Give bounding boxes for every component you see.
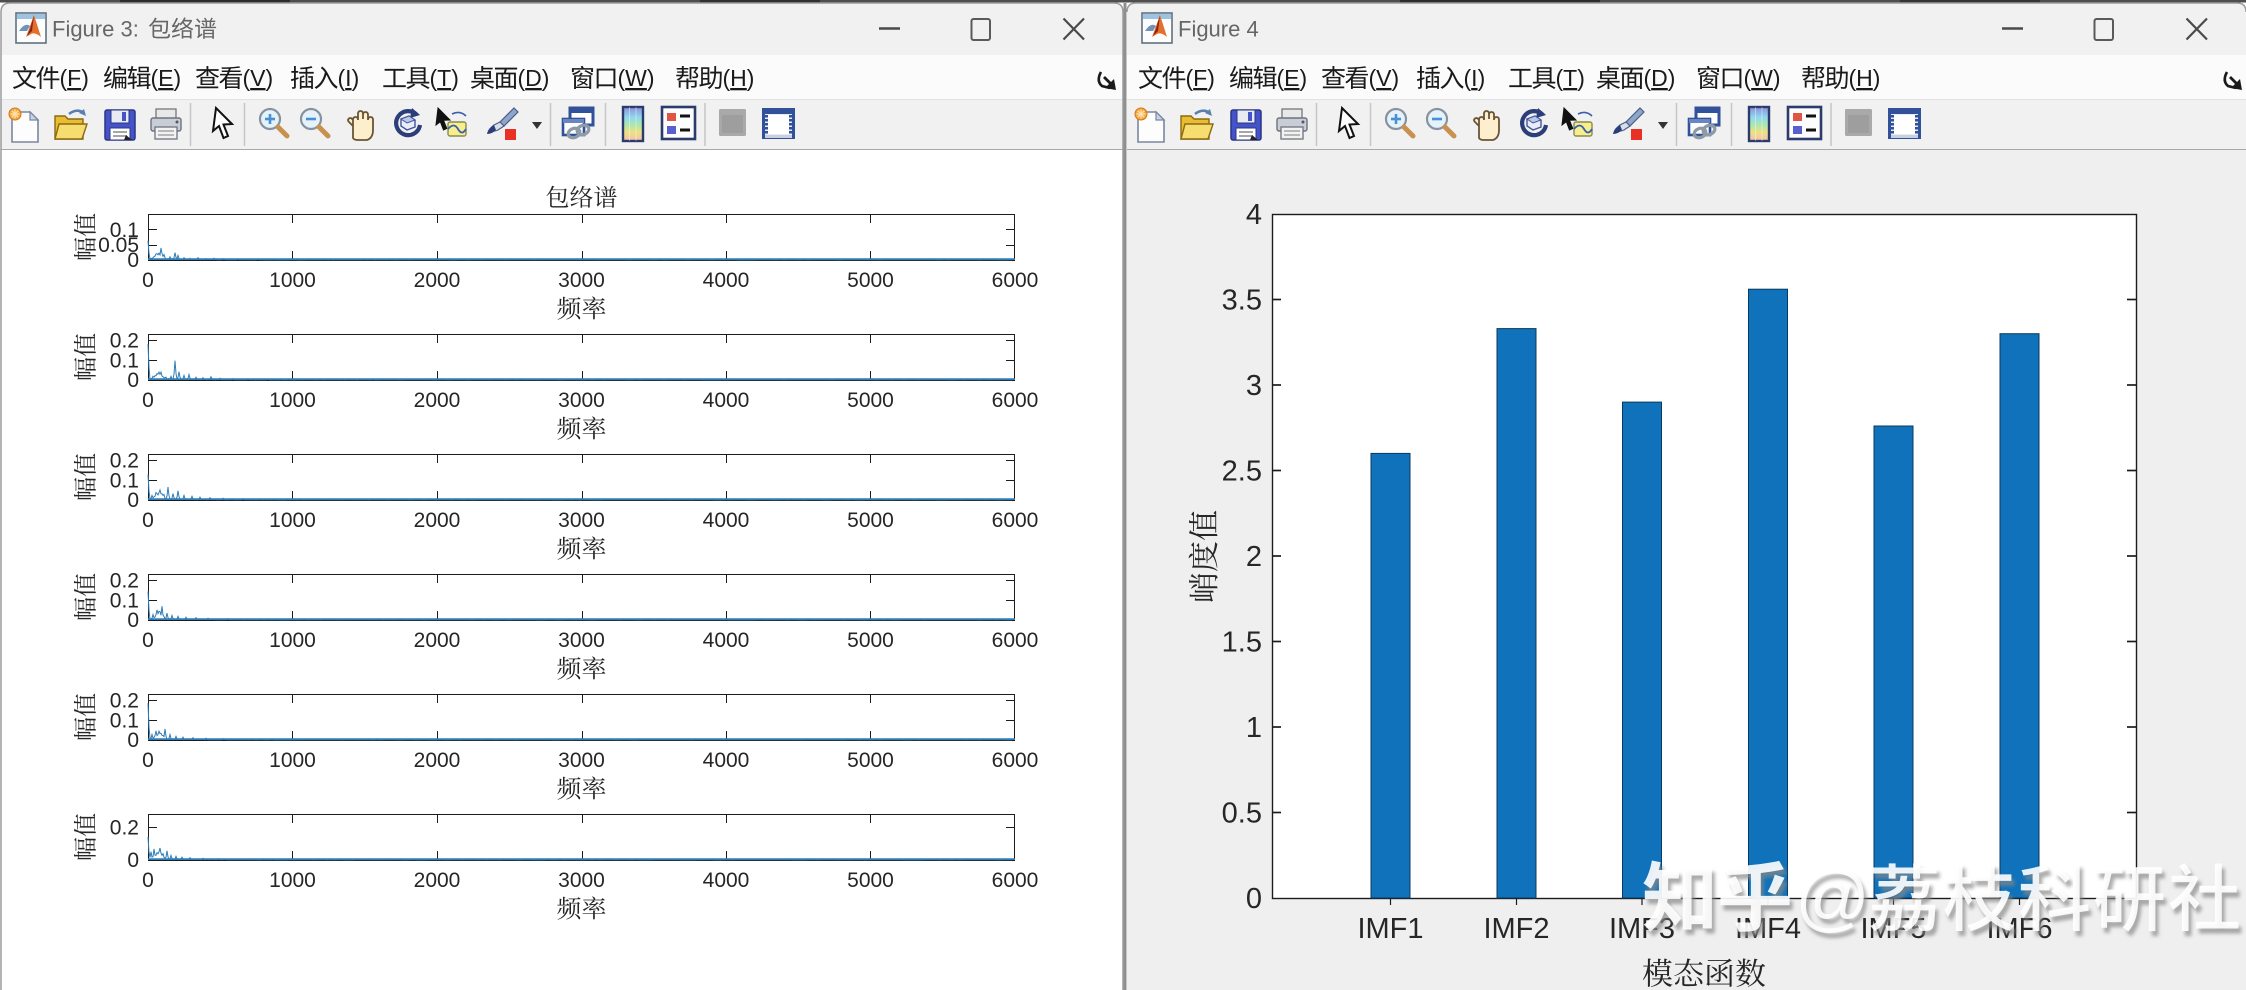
- svg-text:0.2: 0.2: [110, 330, 139, 353]
- svg-text:(T): (T): [1556, 65, 1585, 91]
- svg-text:5000: 5000: [847, 629, 894, 652]
- svg-text:(F): (F): [60, 65, 89, 91]
- svg-text:(H): (H): [723, 65, 755, 91]
- svg-text:(D): (D): [518, 65, 550, 91]
- svg-text:0: 0: [1246, 883, 1262, 915]
- svg-text:1000: 1000: [269, 509, 316, 532]
- svg-text:0: 0: [142, 269, 154, 292]
- svg-text:(E): (E): [151, 65, 182, 91]
- svg-text:1000: 1000: [269, 389, 316, 412]
- svg-text:6000: 6000: [992, 509, 1039, 532]
- svg-text:5000: 5000: [847, 749, 894, 772]
- svg-text:3: 3: [1246, 370, 1262, 402]
- svg-text:0: 0: [142, 869, 154, 892]
- svg-text:6000: 6000: [992, 749, 1039, 772]
- svg-text:0: 0: [127, 489, 139, 512]
- svg-text:(T): (T): [430, 65, 459, 91]
- svg-text:2000: 2000: [414, 629, 461, 652]
- svg-text:1000: 1000: [269, 749, 316, 772]
- svg-text:IMF1: IMF1: [1357, 913, 1423, 945]
- svg-text:(I): (I): [338, 65, 360, 91]
- svg-text:0.2: 0.2: [110, 450, 139, 473]
- svg-text:0.5: 0.5: [1222, 798, 1262, 830]
- svg-text:1.5: 1.5: [1222, 627, 1262, 659]
- svg-text:5000: 5000: [847, 389, 894, 412]
- svg-text:1000: 1000: [269, 629, 316, 652]
- svg-text:4000: 4000: [703, 869, 750, 892]
- svg-text:0.1: 0.1: [110, 219, 139, 242]
- svg-text:3000: 3000: [558, 629, 605, 652]
- svg-text:4000: 4000: [703, 509, 750, 532]
- svg-text:(I): (I): [1464, 65, 1486, 91]
- svg-text:3000: 3000: [558, 869, 605, 892]
- svg-text:3000: 3000: [558, 509, 605, 532]
- svg-text:0: 0: [127, 729, 139, 752]
- svg-text:3.5: 3.5: [1222, 285, 1262, 317]
- svg-text:3000: 3000: [558, 749, 605, 772]
- svg-text:(D): (D): [1644, 65, 1676, 91]
- svg-text:6000: 6000: [992, 269, 1039, 292]
- svg-text:0.2: 0.2: [110, 817, 139, 840]
- svg-text:0.2: 0.2: [110, 690, 139, 713]
- svg-text:(V): (V): [1369, 65, 1400, 91]
- svg-text:(H): (H): [1849, 65, 1881, 91]
- svg-text:6000: 6000: [992, 869, 1039, 892]
- svg-text:3000: 3000: [558, 269, 605, 292]
- svg-text:6000: 6000: [992, 389, 1039, 412]
- svg-text:6000: 6000: [992, 629, 1039, 652]
- svg-text:0: 0: [142, 629, 154, 652]
- svg-text:0: 0: [142, 749, 154, 772]
- svg-text:4: 4: [1246, 199, 1262, 231]
- svg-text:2000: 2000: [414, 749, 461, 772]
- svg-text:5000: 5000: [847, 269, 894, 292]
- svg-text:@: @: [1795, 856, 1870, 939]
- svg-text:(W): (W): [618, 65, 655, 91]
- svg-text:2000: 2000: [414, 269, 461, 292]
- svg-text:0: 0: [142, 389, 154, 412]
- svg-text:0: 0: [127, 249, 139, 272]
- svg-text:4000: 4000: [703, 269, 750, 292]
- svg-text:2: 2: [1246, 541, 1262, 573]
- svg-text:4000: 4000: [703, 749, 750, 772]
- svg-text:0.2: 0.2: [110, 570, 139, 593]
- svg-text:0: 0: [142, 509, 154, 532]
- svg-text:5000: 5000: [847, 509, 894, 532]
- svg-text:0: 0: [127, 849, 139, 872]
- svg-text:Figure 4: Figure 4: [1178, 17, 1259, 42]
- svg-text:1: 1: [1246, 712, 1262, 744]
- svg-text:(F): (F): [1186, 65, 1215, 91]
- svg-text:2000: 2000: [414, 389, 461, 412]
- svg-text:IMF2: IMF2: [1483, 913, 1549, 945]
- svg-text:4000: 4000: [703, 629, 750, 652]
- svg-text:(E): (E): [1277, 65, 1308, 91]
- svg-text:(W): (W): [1744, 65, 1781, 91]
- svg-text:0: 0: [127, 609, 139, 632]
- svg-text:1000: 1000: [269, 869, 316, 892]
- svg-text:4000: 4000: [703, 389, 750, 412]
- svg-text:Figure 3:: Figure 3:: [52, 17, 139, 42]
- svg-text:5000: 5000: [847, 869, 894, 892]
- svg-text:2000: 2000: [414, 509, 461, 532]
- svg-text:1000: 1000: [269, 269, 316, 292]
- svg-text:0: 0: [127, 369, 139, 392]
- svg-text:3000: 3000: [558, 389, 605, 412]
- svg-text:(V): (V): [243, 65, 274, 91]
- svg-text:2000: 2000: [414, 869, 461, 892]
- svg-text:2.5: 2.5: [1222, 456, 1262, 488]
